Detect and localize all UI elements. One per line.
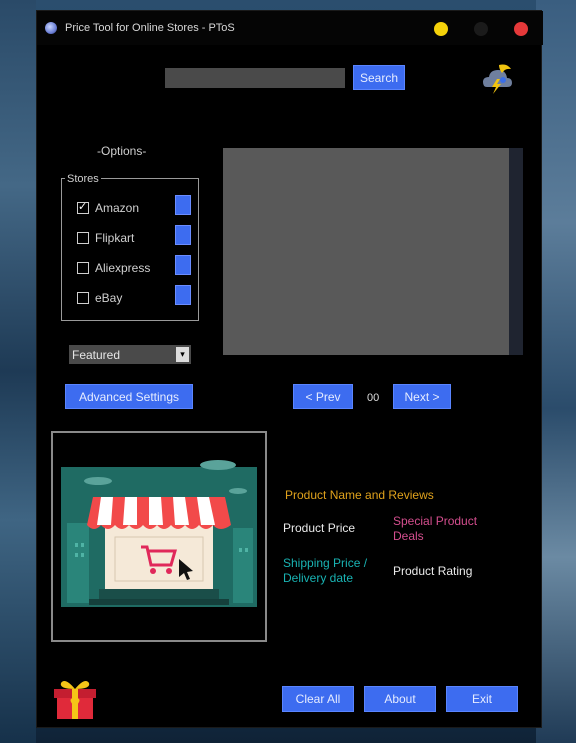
app-icon	[45, 22, 57, 34]
weather-icon[interactable]	[477, 57, 517, 97]
product-image	[51, 431, 267, 642]
product-price-label: Product Price	[283, 521, 356, 535]
product-name-label: Product Name and Reviews	[285, 488, 434, 502]
advanced-settings-button[interactable]: Advanced Settings	[65, 384, 193, 409]
options-heading: -Options-	[97, 144, 147, 158]
store-label: eBay	[95, 291, 123, 305]
window-title: Price Tool for Online Stores - PToS	[65, 22, 235, 34]
product-rating-label: Product Rating	[393, 564, 473, 578]
store-label: Flipkart	[95, 231, 135, 245]
store-label: Aliexpress	[95, 261, 151, 275]
store-row-ebay[interactable]: eBay	[77, 289, 122, 307]
close-button[interactable]	[514, 22, 528, 36]
results-scrollbar[interactable]	[509, 148, 523, 355]
about-button[interactable]: About	[364, 686, 436, 712]
app-window: Price Tool for Online Stores - PToS Sear…	[36, 10, 543, 728]
page-number: 00	[367, 392, 380, 404]
exit-button[interactable]: Exit	[446, 686, 518, 712]
store-checkbox-ebay[interactable]	[77, 292, 89, 304]
desktop-background-right	[536, 0, 576, 743]
store-label: Amazon	[95, 201, 140, 215]
search-input[interactable]	[165, 68, 345, 88]
chevron-down-icon[interactable]: ▾	[176, 347, 189, 362]
store-row-flipkart[interactable]: Flipkart	[77, 229, 134, 247]
sort-select[interactable]: Featured	[69, 345, 191, 364]
shipping-label: Shipping Price / Delivery date	[283, 556, 368, 585]
store-color-button-ebay[interactable]	[175, 285, 191, 305]
prev-page-button[interactable]: < Prev	[293, 384, 353, 409]
store-color-button-flipkart[interactable]	[175, 225, 191, 245]
store-color-button-amazon[interactable]	[175, 195, 191, 215]
minimize-button[interactable]	[434, 22, 448, 36]
store-row-amazon[interactable]: Amazon	[77, 199, 139, 217]
title-bar[interactable]: Price Tool for Online Stores - PToS	[37, 11, 543, 45]
next-page-button[interactable]: Next >	[393, 384, 451, 409]
store-row-aliexpress[interactable]: Aliexpress	[77, 259, 150, 277]
clear-all-button[interactable]: Clear All	[282, 686, 354, 712]
store-checkbox-flipkart[interactable]	[77, 232, 89, 244]
stores-legend: Stores	[65, 173, 101, 185]
search-button[interactable]: Search	[353, 65, 405, 90]
shop-icon	[61, 460, 257, 607]
special-deals-label: Special Product Deals	[393, 514, 478, 543]
maximize-button[interactable]	[474, 22, 488, 36]
results-list[interactable]	[223, 148, 509, 355]
desktop-background-left	[0, 0, 36, 743]
store-checkbox-amazon[interactable]	[77, 200, 89, 214]
store-checkbox-aliexpress[interactable]	[77, 262, 89, 274]
store-color-button-aliexpress[interactable]	[175, 255, 191, 275]
gift-icon[interactable]	[51, 675, 99, 721]
